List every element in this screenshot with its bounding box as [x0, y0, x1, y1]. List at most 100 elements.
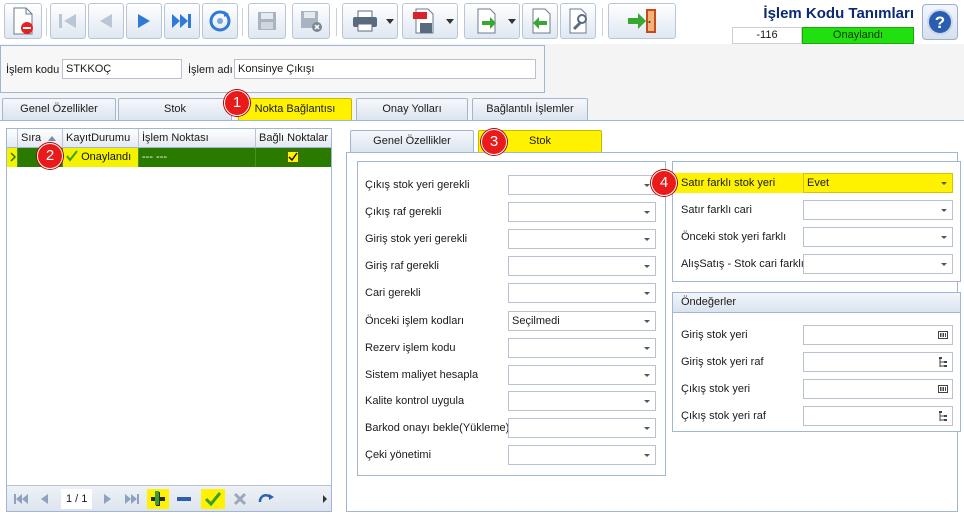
- previous-record-button[interactable]: [88, 3, 124, 39]
- default-field-giris-stok-yeri[interactable]: [803, 325, 953, 345]
- bagli-noktalar-checkbox[interactable]: [287, 151, 299, 163]
- exit-button[interactable]: [608, 3, 676, 39]
- header-info: İşlem Kodu Tanımları -116 Onaylandı: [732, 4, 914, 44]
- option-select-onceki-islem-kodlari[interactable]: Seçilmedi: [508, 311, 656, 331]
- next-record-button[interactable]: [126, 3, 162, 39]
- last-record-button[interactable]: [164, 3, 200, 39]
- tree-picker-icon[interactable]: [938, 411, 948, 423]
- tools-button[interactable]: [560, 3, 596, 39]
- inner-tabs: Genel Özellikler Stok: [346, 130, 958, 152]
- option-select-giris-stok-yeri[interactable]: [508, 229, 656, 249]
- check-icon: [288, 152, 298, 162]
- nav-previous-button[interactable]: [35, 489, 53, 509]
- default-field-cikis-stok-yeri-raf[interactable]: [803, 406, 953, 426]
- new-delete-button[interactable]: [4, 3, 42, 39]
- code-field[interactable]: STKKOÇ: [62, 59, 182, 79]
- option-select-kalite-kontrol[interactable]: [508, 391, 656, 411]
- default-label: Çıkış stok yeri raf: [681, 410, 766, 422]
- nav-add-button[interactable]: [147, 489, 169, 509]
- option-label: Satır farklı cari: [681, 204, 752, 216]
- export-button[interactable]: [464, 3, 520, 39]
- print-button[interactable]: [342, 3, 398, 39]
- chevron-down-icon: [644, 238, 650, 241]
- option-select-ceki-yonetimi[interactable]: [508, 445, 656, 465]
- nav-scroll-handle[interactable]: [321, 489, 329, 509]
- save-icon: [258, 12, 276, 30]
- column-header-bagli-noktalar[interactable]: Bağlı Noktalar: [256, 129, 331, 148]
- nav-refresh-button[interactable]: [255, 489, 277, 509]
- chevron-down-icon: [644, 347, 650, 350]
- svg-text:?: ?: [935, 13, 945, 32]
- option-label: Rezerv işlem kodu: [365, 342, 456, 354]
- name-field[interactable]: Konsinye Çıkışı: [234, 59, 536, 79]
- chevron-down-icon[interactable]: [446, 19, 454, 24]
- column-header-kayit-durumu[interactable]: KayıtDurumu: [63, 129, 139, 148]
- help-button[interactable]: ?: [922, 4, 958, 40]
- pdf-export-icon: [413, 8, 434, 34]
- cell-bagli-noktalar[interactable]: [256, 148, 331, 167]
- option-label: Satır farklı stok yeri: [681, 177, 776, 189]
- option-label: Çıkış raf gerekli: [365, 206, 442, 218]
- nav-last-button[interactable]: [121, 489, 143, 509]
- option-label: Kalite kontrol uygula: [365, 395, 465, 407]
- list-picker-icon[interactable]: [938, 330, 948, 340]
- option-select-rezerv-islem-kodu[interactable]: [508, 338, 656, 358]
- row-indicator-header: [7, 129, 18, 148]
- nav-cancel-button[interactable]: [229, 489, 251, 509]
- chevron-right-icon: [323, 495, 327, 503]
- chevron-down-icon: [941, 182, 947, 185]
- inner-tab-genel-ozellikler[interactable]: Genel Özellikler: [350, 130, 474, 152]
- nav-next-button[interactable]: [99, 489, 117, 509]
- option-label: Giriş stok yeri gerekli: [365, 233, 468, 245]
- cell-kayit-durumu[interactable]: Onaylandı: [63, 148, 139, 167]
- exit-icon: [628, 9, 656, 33]
- export-icon: [477, 8, 496, 34]
- chevron-down-icon: [644, 211, 650, 214]
- nav-confirm-button[interactable]: [201, 489, 225, 509]
- chevron-down-icon: [644, 184, 650, 187]
- plus-icon: [151, 491, 165, 506]
- stok-options-group: Çıkış stok yeri gerekli Çıkış raf gerekl…: [357, 161, 666, 476]
- option-select-satir-farkli-stok-yeri[interactable]: Evet: [803, 173, 953, 193]
- chevron-down-icon: [941, 236, 947, 239]
- default-field-cikis-stok-yeri[interactable]: [803, 379, 953, 399]
- cell-islem-noktasi[interactable]: --- ---: [139, 148, 256, 167]
- previous-record-icon: [41, 494, 48, 504]
- tab-baglantili-islemler[interactable]: Bağlantılı İşlemler: [472, 98, 588, 120]
- option-select-onceki-stok-yeri[interactable]: [803, 227, 953, 247]
- option-select-alis-satis-stok-cari[interactable]: [803, 254, 953, 274]
- option-select-satir-farkli-cari[interactable]: [803, 200, 953, 220]
- current-row-icon: [10, 152, 17, 162]
- tab-stok[interactable]: Stok: [118, 98, 232, 120]
- refresh-button[interactable]: [202, 3, 238, 39]
- save-button[interactable]: [248, 3, 286, 39]
- save-cancel-button[interactable]: [292, 3, 330, 39]
- default-field-giris-stok-yeri-raf[interactable]: [803, 352, 953, 372]
- nav-delete-button[interactable]: [173, 489, 195, 509]
- list-picker-icon[interactable]: [938, 384, 948, 394]
- nav-first-button[interactable]: [11, 489, 31, 509]
- refresh-icon: [209, 10, 231, 32]
- stok-panel: Çıkış stok yeri gerekli Çıkış raf gerekl…: [346, 152, 961, 512]
- tree-picker-icon[interactable]: [938, 357, 948, 369]
- option-select-cari[interactable]: [508, 283, 656, 303]
- print-icon: [353, 10, 377, 32]
- option-select-cikis-stok-yeri[interactable]: [508, 175, 656, 195]
- chevron-down-icon[interactable]: [386, 19, 394, 24]
- chevron-down-icon: [644, 427, 650, 430]
- chevron-down-icon[interactable]: [508, 19, 516, 24]
- first-record-button[interactable]: [50, 3, 86, 39]
- tab-onay-yollari[interactable]: Onay Yolları: [356, 98, 468, 120]
- main-tabs: Genel Özellikler Stok Nokta Bağlantısı O…: [0, 98, 964, 120]
- last-record-icon: [172, 14, 191, 28]
- pdf-export-button[interactable]: [402, 3, 458, 39]
- option-select-sistem-maliyet[interactable]: [508, 365, 656, 385]
- stok-diff-group: Satır farklı stok yeri Evet Satır farklı…: [672, 161, 961, 282]
- tab-nokta-baglantisi[interactable]: Nokta Bağlantısı: [238, 98, 352, 120]
- option-select-cikis-raf[interactable]: [508, 202, 656, 222]
- tab-genel-ozellikler[interactable]: Genel Özellikler: [2, 98, 116, 120]
- import-button[interactable]: [522, 3, 558, 39]
- column-header-islem-noktasi[interactable]: İşlem Noktası: [139, 129, 256, 148]
- option-select-giris-raf[interactable]: [508, 256, 656, 276]
- option-select-barkod-onayi[interactable]: [508, 418, 656, 438]
